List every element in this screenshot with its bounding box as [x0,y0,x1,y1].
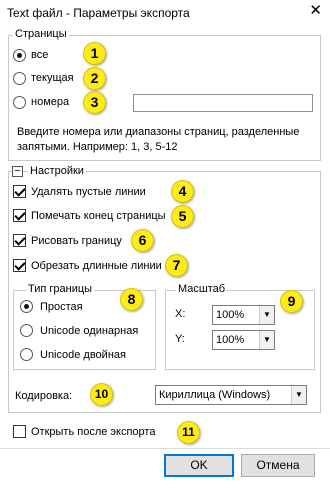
scale-y-value: 100% [216,334,245,346]
scale-legend: Масштаб [176,283,228,295]
callout-badge: 6 [131,229,154,252]
border-simple-label[interactable]: Простая [40,301,83,313]
callout-badge: 11 [177,421,200,444]
scale-y-select[interactable]: 100% ▼ [212,330,275,350]
chevron-down-icon[interactable]: ▼ [259,331,274,349]
callout-badge: 3 [83,91,106,114]
chevron-down-icon[interactable]: ▼ [291,386,306,404]
encoding-label: Кодировка: [15,390,73,402]
footer-divider [0,448,330,449]
open-after-label[interactable]: Открыть после экспорта [31,426,155,438]
pages-hint: Введите номера или диапазоны страниц, ра… [17,126,300,153]
radio-all-label[interactable]: все [31,49,48,61]
scale-x-label: X: [175,308,186,320]
radio-numbers-label[interactable]: номера [31,96,69,108]
ok-button[interactable]: OK [164,454,234,477]
encoding-select[interactable]: Кириллица (Windows) ▼ [155,385,307,405]
radio-current[interactable] [13,72,26,85]
scale-x-select[interactable]: 100% ▼ [212,305,275,325]
page-numbers-input[interactable] [133,94,313,112]
border-type-legend: Тип границы [26,283,95,295]
mark-page-end-label[interactable]: Помечать конец страницы [31,210,166,222]
encoding-value: Кириллица (Windows) [159,389,271,401]
callout-badge: 1 [83,42,106,65]
border-unicode-single-label[interactable]: Unicode одинарная [40,325,138,337]
cut-long-label[interactable]: Обрезать длинные линии [31,260,162,272]
draw-border-label[interactable]: Рисовать границу [31,235,122,247]
cancel-button[interactable]: Отмена [241,454,315,477]
radio-border-simple[interactable] [20,300,33,313]
callout-badge: 4 [171,180,194,203]
pages-legend: Страницы [13,28,69,40]
checkbox-open-after[interactable] [13,425,26,438]
checkbox-mark-page-end[interactable] [13,209,26,222]
callout-badge: 5 [171,205,194,228]
close-icon[interactable]: ✕ [309,3,322,18]
settings-legend: Настройки [28,165,86,177]
window-title: Text файл - Параметры экспорта [7,6,190,20]
checkbox-draw-border[interactable] [13,234,26,247]
checkbox-remove-empty[interactable] [13,185,26,198]
checkbox-cut-long[interactable] [13,259,26,272]
scale-y-label: Y: [175,333,185,345]
callout-badge: 10 [90,383,113,406]
scale-x-value: 100% [216,309,245,321]
callout-badge: 2 [83,67,106,90]
chevron-down-icon[interactable]: ▼ [259,306,274,324]
border-unicode-double-label[interactable]: Unicode двойная [40,349,126,361]
collapse-icon[interactable]: − [12,166,23,177]
radio-all[interactable] [13,49,26,62]
radio-current-label[interactable]: текущая [31,72,74,84]
callout-badge: 8 [120,288,143,311]
callout-badge: 9 [280,290,303,313]
callout-badge: 7 [165,254,188,277]
radio-numbers[interactable] [13,96,26,109]
remove-empty-label[interactable]: Удалять пустые линии [31,186,146,198]
radio-border-unicode-double[interactable] [20,348,33,361]
radio-border-unicode-single[interactable] [20,324,33,337]
